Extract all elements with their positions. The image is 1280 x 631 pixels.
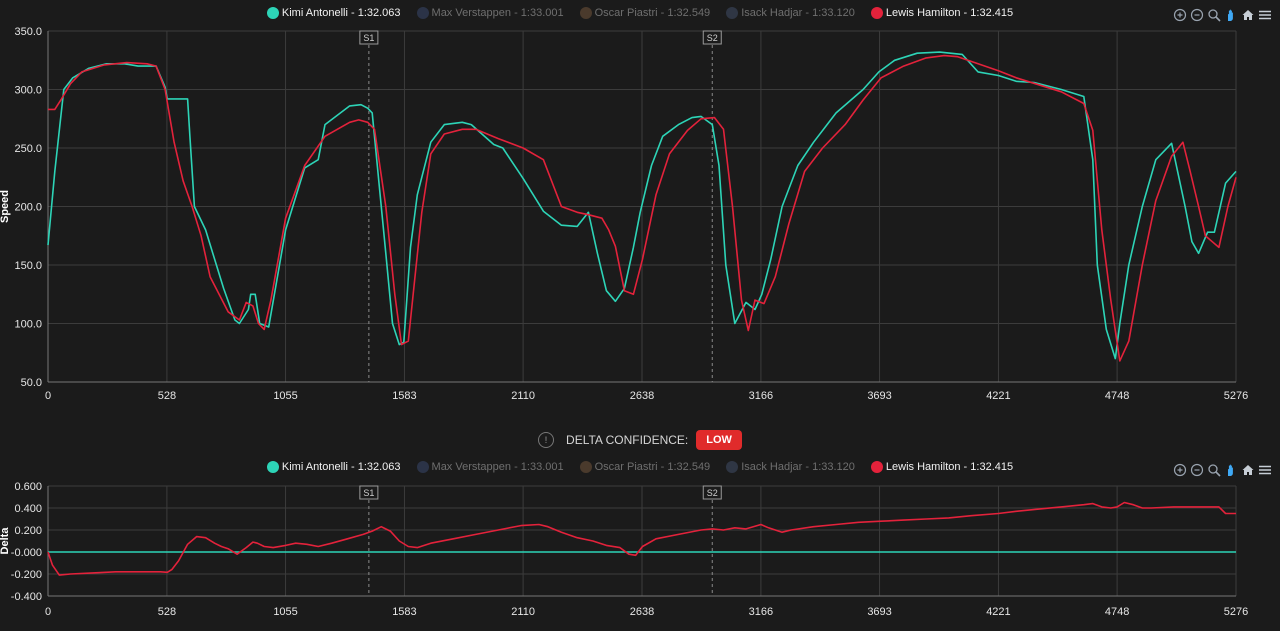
speed-y-axis-title: Speed [0,190,11,223]
delta-chart: -0.400 -0.200 -0.000 0.200 0.400 0.600 0 528 105… [0,478,1280,631]
speed-y-tick-label: 250.0 [14,143,42,155]
speed-chart-svg: 50.0 100.0 150.0 200.0 250.0 300.0 350.0 0 528 10… [0,26,1248,402]
legend-label: Isack Hadjar - 1:33.120 [741,7,855,19]
speed-x-tick-label: 1055 [273,390,297,402]
speed-y-tick-label: 350.0 [14,26,42,38]
legend-marker-icon [726,461,739,473]
delta-x-tick-label: 0 [45,606,51,618]
speed-x-tick-label: 528 [158,390,176,402]
delta-y-tick-label: -0.200 [11,569,42,581]
speed-legend-item[interactable]: Max Verstappen - 1:33.001 [416,7,564,19]
delta-x-tick-label: 2638 [630,606,654,618]
delta-x-tick-label: 5276 [1224,606,1248,618]
legend-marker-icon [579,7,592,19]
legend-label: Kimi Antonelli - 1:32.063 [281,7,401,19]
legend-marker-icon [266,7,279,19]
legend-label: Lewis Hamilton - 1:32.415 [885,461,1014,473]
delta-legend-item[interactable]: Oscar Piastri - 1:32.549 [579,461,711,473]
speed-chart-legend: Kimi Antonelli - 1:32.063 Max Verstappen … [0,2,1280,24]
legend-marker-icon [266,461,279,473]
speed-y-tick-label: 300.0 [14,85,42,97]
legend-label: Max Verstappen - 1:33.001 [431,7,564,19]
speed-legend-item[interactable]: Kimi Antonelli - 1:32.063 [266,7,401,19]
speed-y-tick-label: 200.0 [14,202,42,214]
delta-x-tick-label: 1055 [273,606,297,618]
legend-marker-icon [579,461,592,473]
delta-legend-item[interactable]: Isack Hadjar - 1:33.120 [726,461,855,473]
speed-chart: 50.0 100.0 150.0 200.0 250.0 300.0 350.0 0 528 10… [0,22,1280,412]
speed-x-tick-label: 3166 [749,390,773,402]
delta-x-tick-label: 2110 [511,606,535,618]
delta-legend-item[interactable]: Lewis Hamilton - 1:32.415 [870,461,1014,473]
legend-label: Kimi Antonelli - 1:32.063 [281,461,401,473]
speed-x-tick-label: 4748 [1105,390,1129,402]
magnify-icon[interactable] [1207,463,1221,477]
delta-x-tick-label: 3166 [749,606,773,618]
zoom-out-icon[interactable] [1190,8,1204,22]
home-icon[interactable] [1241,463,1255,477]
delta-chart-toolbar [1173,463,1272,477]
delta-chart-legend: Kimi Antonelli - 1:32.063 Max Verstappen … [0,456,1280,478]
delta-x-tick-label: 1583 [392,606,416,618]
delta-legend-item[interactable]: Max Verstappen - 1:33.001 [416,461,564,473]
legend-marker-icon [416,461,429,473]
speed-x-tick-label: 4221 [986,390,1010,402]
speed-x-tick-label: 1583 [392,390,416,402]
legend-marker-icon [726,7,739,19]
speed-chart-toolbar [1173,8,1272,22]
delta-sector-label: S1 [363,488,374,498]
delta-y-tick-label: 0.200 [14,525,42,537]
legend-label: Oscar Piastri - 1:32.549 [594,461,711,473]
menu-icon[interactable] [1258,8,1272,22]
speed-x-tick-label: 2638 [630,390,654,402]
legend-label: Max Verstappen - 1:33.001 [431,461,564,473]
legend-label: Oscar Piastri - 1:32.549 [594,7,711,19]
zoom-out-icon[interactable] [1190,463,1204,477]
delta-y-axis-title: Delta [0,527,11,555]
delta-confidence-badge: LOW [696,430,742,450]
delta-x-tick-label: 3693 [867,606,891,618]
magnify-icon[interactable] [1207,8,1221,22]
delta-y-tick-label: 0.600 [14,481,42,493]
speed-legend-item[interactable]: Lewis Hamilton - 1:32.415 [870,7,1014,19]
speed-legend-item[interactable]: Isack Hadjar - 1:33.120 [726,7,855,19]
legend-marker-icon [870,461,883,473]
menu-icon[interactable] [1258,463,1272,477]
legend-label: Lewis Hamilton - 1:32.415 [885,7,1014,19]
info-icon[interactable]: ! [538,432,555,448]
speed-x-tick-label: 3693 [867,390,891,402]
speed-y-tick-label: 150.0 [14,260,42,272]
pan-hand-icon[interactable] [1224,8,1238,22]
delta-sector-label: S2 [707,488,718,498]
pan-hand-icon[interactable] [1224,463,1238,477]
speed-y-tick-label: 50.0 [21,377,42,389]
speed-x-tick-label: 2110 [511,390,535,402]
delta-x-tick-label: 4748 [1105,606,1129,618]
delta-confidence-bar: ! DELTA CONFIDENCE: LOW [0,428,1280,452]
speed-sector-label: S2 [707,33,718,43]
delta-y-tick-label: 0.400 [14,503,42,515]
delta-y-tick-label: -0.400 [11,591,42,603]
legend-label: Isack Hadjar - 1:33.120 [741,461,855,473]
delta-x-tick-label: 528 [158,606,176,618]
speed-x-tick-label: 0 [45,390,51,402]
zoom-in-icon[interactable] [1173,463,1187,477]
speed-x-tick-label: 5276 [1224,390,1248,402]
delta-legend-item[interactable]: Kimi Antonelli - 1:32.063 [266,461,401,473]
legend-marker-icon [416,7,429,19]
delta-confidence-label: DELTA CONFIDENCE: [566,433,689,447]
speed-sector-label: S1 [363,33,374,43]
speed-y-tick-label: 100.0 [14,319,42,331]
delta-x-tick-label: 4221 [986,606,1010,618]
speed-legend-item[interactable]: Oscar Piastri - 1:32.549 [579,7,711,19]
delta-y-tick-label: -0.000 [11,547,42,559]
delta-chart-svg: -0.400 -0.200 -0.000 0.200 0.400 0.600 0 528 105… [0,481,1248,618]
zoom-in-icon[interactable] [1173,8,1187,22]
home-icon[interactable] [1241,8,1255,22]
legend-marker-icon [870,7,883,19]
